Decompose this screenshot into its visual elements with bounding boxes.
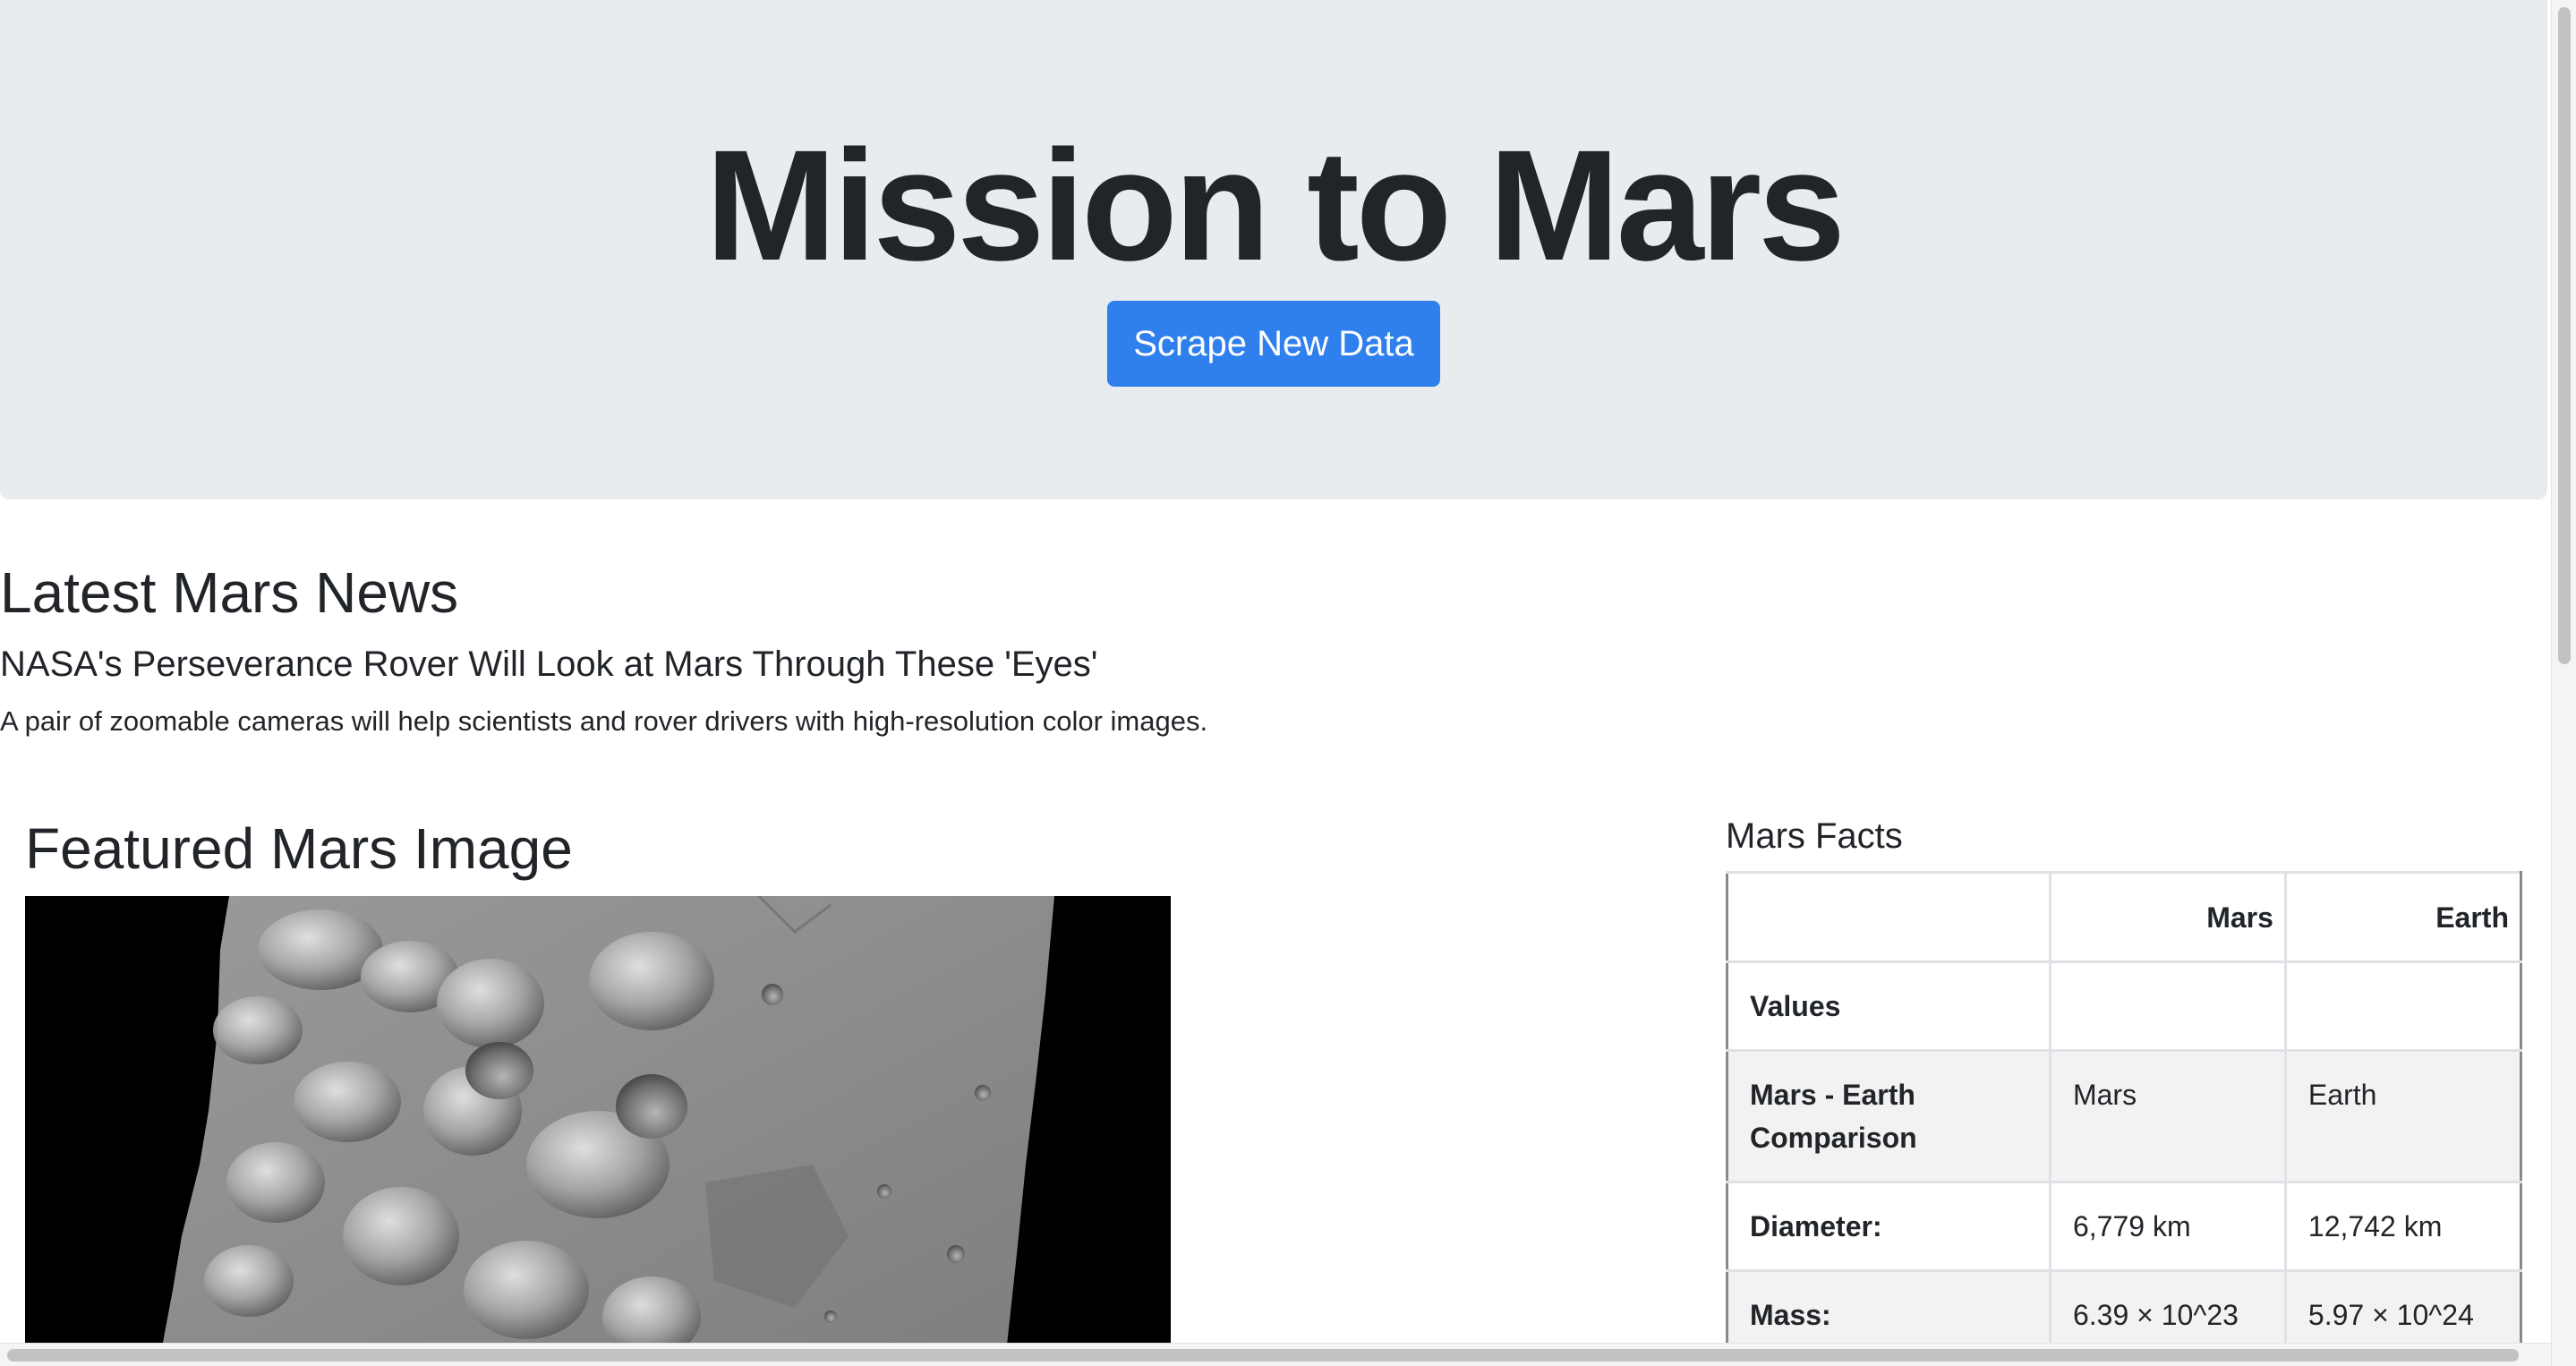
news-heading: Latest Mars News: [0, 560, 459, 625]
earth-value: 5.97 × 10^24: [2283, 1269, 2523, 1343]
vertical-scrollbar-thumb[interactable]: [2558, 7, 2571, 664]
row-label: Values: [1726, 960, 2051, 1052]
earth-value: [2283, 960, 2523, 1052]
table-row: Mass: 6.39 × 10^23 5.97 × 10^24: [1726, 1269, 2523, 1343]
mars-value: [2048, 960, 2287, 1052]
horizontal-scrollbar[interactable]: [0, 1343, 2551, 1366]
table-row: Values: [1726, 960, 2523, 1052]
earth-value: 12,742 km: [2283, 1181, 2523, 1272]
horizontal-scrollbar-thumb[interactable]: [7, 1349, 2519, 1362]
page-title: Mission to Mars: [705, 118, 1846, 294]
table-row: Mars - Earth Comparison Mars Earth: [1726, 1049, 2523, 1183]
mars-facts-table: Mars Earth Values Mars - Earth Compariso…: [1726, 871, 2523, 1343]
facts-heading: Mars Facts: [1726, 816, 1903, 856]
earth-value: Earth: [2283, 1049, 2523, 1183]
column-header: [1726, 871, 2051, 963]
scrape-new-data-button[interactable]: Scrape New Data: [1107, 301, 1440, 387]
column-header-earth: Earth: [2283, 871, 2523, 963]
mars-value: Mars: [2048, 1049, 2287, 1183]
table-row: Diameter: 6,779 km 12,742 km: [1726, 1181, 2523, 1272]
page: Mission to Mars Scrape New Data Latest M…: [0, 0, 2551, 1343]
row-label: Mars - Earth Comparison: [1726, 1049, 2051, 1183]
featured-image-heading: Featured Mars Image: [25, 816, 573, 881]
table-header-row: Mars Earth: [1726, 871, 2523, 963]
news-teaser: A pair of zoomable cameras will help sci…: [0, 705, 1208, 737]
row-label: Mass:: [1726, 1269, 2051, 1343]
row-label: Diameter:: [1726, 1181, 2051, 1272]
mars-value: 6.39 × 10^23: [2048, 1269, 2287, 1343]
news-title: NASA's Perseverance Rover Will Look at M…: [0, 645, 1098, 684]
jumbotron: Mission to Mars Scrape New Data: [0, 0, 2547, 499]
vertical-scrollbar[interactable]: [2551, 0, 2576, 1366]
featured-mars-image: [25, 896, 1171, 1343]
mars-value: 6,779 km: [2048, 1181, 2287, 1272]
column-header-mars: Mars: [2048, 871, 2287, 963]
